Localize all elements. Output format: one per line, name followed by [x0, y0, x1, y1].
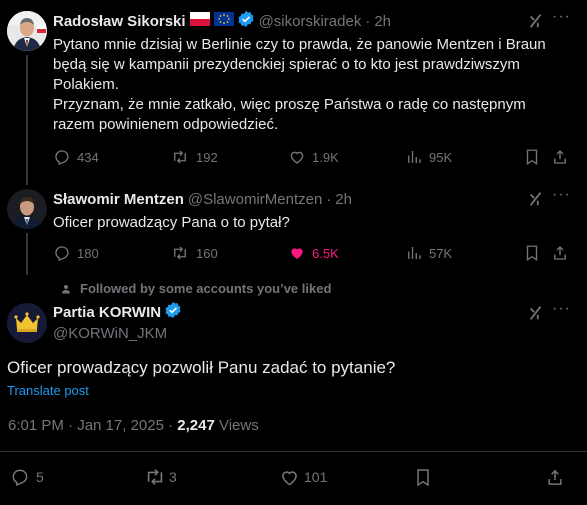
reply-icon	[53, 148, 71, 166]
author-name[interactable]: Radosław Sikorski	[53, 13, 186, 30]
views-icon	[405, 148, 423, 166]
share-icon	[551, 244, 569, 262]
author-handle[interactable]: @sikorskiradek	[259, 13, 362, 30]
share-button[interactable]	[551, 243, 569, 263]
post-time[interactable]: 2h	[335, 191, 352, 208]
thread-connector	[26, 55, 28, 185]
views-label: Views	[214, 417, 259, 434]
thread-connector	[26, 233, 28, 275]
social-context[interactable]: Followed by some accounts you’ve liked	[60, 281, 331, 296]
repost-icon	[170, 244, 190, 262]
author-name[interactable]: Sławomir Mentzen	[53, 191, 184, 208]
repost-icon	[170, 148, 190, 166]
like-icon	[279, 467, 300, 488]
separator-dot: ·	[326, 190, 332, 208]
like-icon	[288, 244, 306, 262]
bookmark-button[interactable]	[523, 147, 541, 167]
author-handle[interactable]: @KORWiN_JKM	[53, 325, 167, 342]
grok-icon[interactable]	[527, 304, 545, 327]
view-count: 2,247	[177, 417, 215, 434]
verified-icon	[237, 10, 255, 32]
views-icon	[405, 244, 423, 262]
person-icon	[60, 283, 72, 295]
translate-link[interactable]: Translate post	[7, 383, 89, 398]
post-text: Oficer prowadzący pozwolił Panu zadać to…	[7, 358, 396, 377]
verified-icon	[164, 301, 182, 323]
like-button[interactable]: 1.9K	[288, 147, 339, 167]
avatar-sikorski[interactable]	[7, 11, 47, 51]
reply-icon	[53, 244, 71, 262]
more-icon[interactable]: ···	[552, 300, 571, 318]
divider	[0, 451, 587, 452]
reply-button[interactable]: 434	[53, 147, 99, 167]
author-name[interactable]: Partia KORWIN	[53, 304, 161, 321]
bookmark-button[interactable]	[413, 466, 433, 488]
bookmark-icon	[523, 148, 541, 166]
share-button[interactable]	[545, 466, 565, 488]
like-button[interactable]: 6.5K	[288, 243, 339, 263]
separator-dot: ·	[365, 12, 371, 30]
post-text: Pytano mnie dzisiaj w Berlinie czy to pr…	[53, 36, 546, 133]
like-icon	[288, 148, 306, 166]
action-bar: 5 3 101	[0, 466, 587, 488]
more-icon[interactable]: ···	[552, 8, 571, 26]
reply-button[interactable]: 180	[53, 243, 99, 263]
more-icon[interactable]: ···	[552, 186, 571, 204]
avatar-korwin[interactable]	[7, 303, 47, 343]
grok-icon[interactable]	[527, 190, 545, 213]
repost-button[interactable]: 160	[170, 243, 218, 263]
post-timestamp[interactable]: 6:01 PM · Jan 17, 2025 ·	[8, 417, 177, 434]
action-bar: 180 160 6.5K 57K	[53, 243, 573, 263]
post-time[interactable]: 2h	[374, 13, 391, 30]
reply-icon	[10, 467, 30, 487]
repost-button[interactable]: 3	[143, 466, 177, 488]
bookmark-icon	[413, 467, 433, 488]
action-bar: 434 192 1.9K 95K	[53, 147, 573, 167]
bookmark-button[interactable]	[523, 243, 541, 263]
share-icon	[551, 148, 569, 166]
post-text: Oficer prowadzący Pana o to pytał?	[53, 214, 290, 231]
grok-icon[interactable]	[527, 12, 545, 35]
poland-flag-icon	[189, 12, 210, 30]
share-button[interactable]	[551, 147, 569, 167]
views-button[interactable]: 95K	[405, 147, 452, 167]
bookmark-icon	[523, 244, 541, 262]
avatar-mentzen[interactable]	[7, 189, 47, 229]
share-icon	[545, 467, 565, 488]
repost-icon	[143, 466, 167, 488]
author-handle[interactable]: @SlawomirMentzen	[188, 191, 322, 208]
repost-button[interactable]: 192	[170, 147, 218, 167]
views-button[interactable]: 57K	[405, 243, 452, 263]
reply-button[interactable]: 5	[10, 466, 44, 488]
eu-flag-icon	[213, 12, 234, 30]
post-meta: 6:01 PM · Jan 17, 2025 · 2,247 Views	[8, 417, 259, 434]
like-button[interactable]: 101	[279, 466, 327, 488]
